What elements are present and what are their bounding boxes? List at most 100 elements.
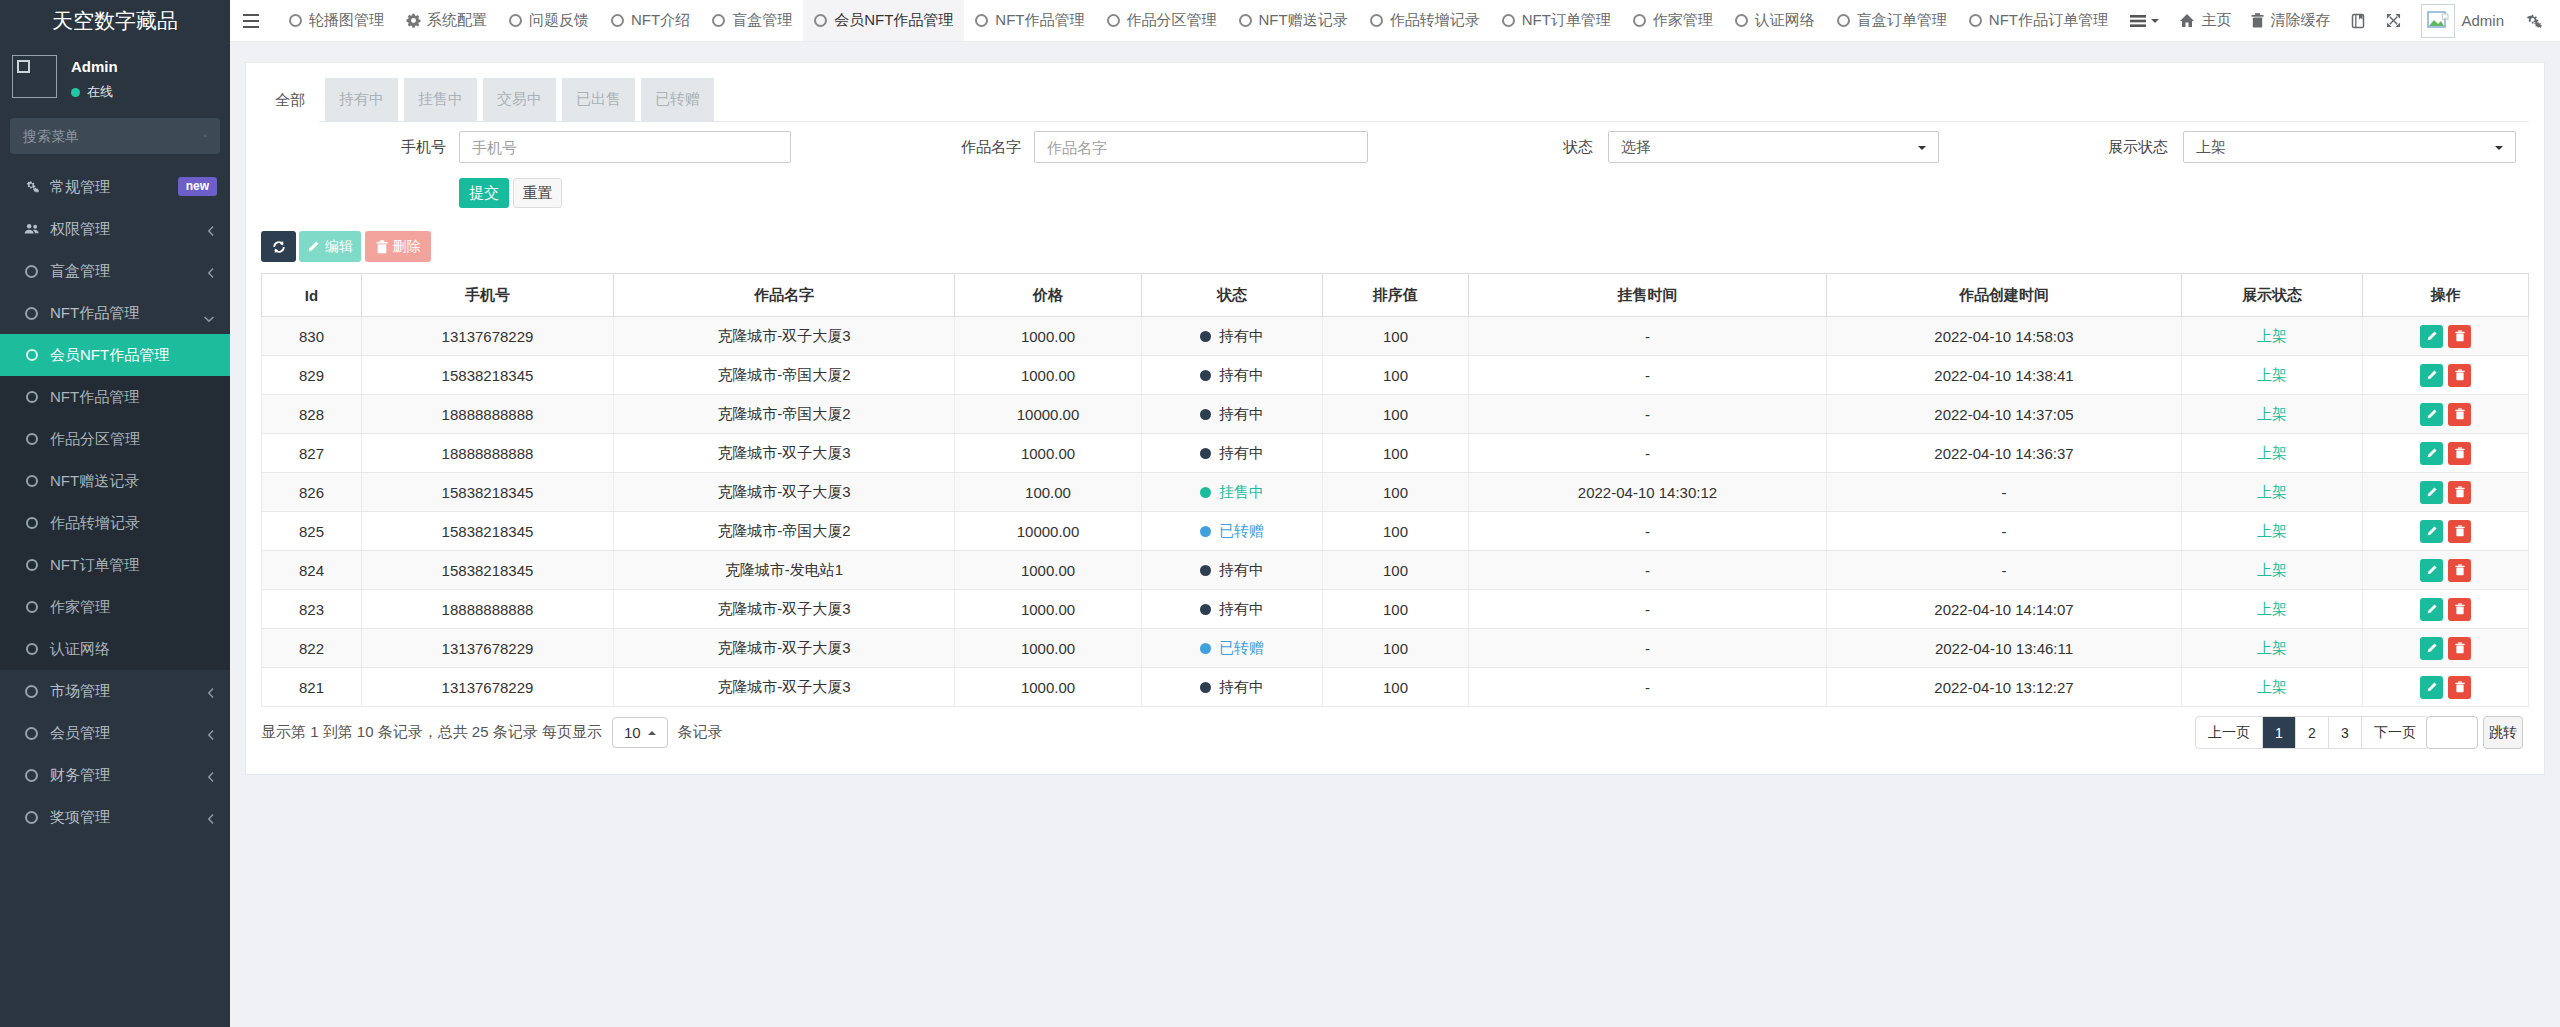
shelf-status-link[interactable]: 上架	[2257, 327, 2287, 344]
row-edit-button[interactable]	[2420, 598, 2443, 621]
settings-button[interactable]	[2514, 0, 2552, 42]
nav-item-问题反馈[interactable]: 问题反馈	[498, 0, 600, 41]
sidebar-item-作家管理[interactable]: 作家管理	[0, 586, 230, 628]
jump-page-input[interactable]	[2426, 716, 2478, 749]
reset-button[interactable]: 重置	[513, 178, 562, 208]
row-delete-button[interactable]	[2448, 403, 2471, 426]
sidebar-item-盲盒管理[interactable]: 盲盒管理	[0, 250, 230, 292]
sidebar-item-会员NFT作品管理[interactable]: 会员NFT作品管理	[0, 334, 230, 376]
home-button[interactable]: 主页	[2169, 0, 2241, 42]
edit-button[interactable]: 编辑	[299, 231, 361, 262]
nav-item-认证网络[interactable]: 认证网络	[1724, 0, 1826, 41]
fullscreen-button[interactable]	[2376, 0, 2411, 42]
chevron-left-icon	[207, 685, 215, 702]
row-delete-button[interactable]	[2448, 481, 2471, 504]
nav-item-NFT介绍[interactable]: NFT介绍	[600, 0, 701, 41]
nav-item-作家管理[interactable]: 作家管理	[1622, 0, 1724, 41]
page-button-3[interactable]: 3	[2328, 717, 2361, 748]
nav-item-NFT作品管理[interactable]: NFT作品管理	[964, 0, 1095, 41]
row-edit-button[interactable]	[2420, 403, 2443, 426]
shelf-status-link[interactable]: 上架	[2257, 483, 2287, 500]
jump-button[interactable]: 跳转	[2483, 716, 2523, 749]
shelf-status-link[interactable]: 上架	[2257, 600, 2287, 617]
page-button-2[interactable]: 2	[2295, 717, 2328, 748]
row-edit-button[interactable]	[2420, 637, 2443, 660]
page-size-select[interactable]: 10	[612, 717, 668, 748]
submit-button[interactable]: 提交	[459, 178, 509, 208]
table-row: 82113137678229克隆城市-双子大厦31000.00持有中100-20…	[262, 668, 2529, 707]
tab-持有中[interactable]: 持有中	[325, 78, 398, 121]
sidebar-item-市场管理[interactable]: 市场管理	[0, 670, 230, 712]
cell-create-time: 2022-04-10 14:37:05	[1827, 395, 2182, 434]
sidebar-item-NFT作品管理[interactable]: NFT作品管理	[0, 292, 230, 334]
row-edit-button[interactable]	[2420, 676, 2443, 699]
row-delete-button[interactable]	[2448, 598, 2471, 621]
row-edit-button[interactable]	[2420, 481, 2443, 504]
shelf-select[interactable]: 上架	[2183, 131, 2516, 163]
shelf-status-link[interactable]: 上架	[2257, 444, 2287, 461]
user-menu[interactable]: Admin	[2411, 0, 2514, 42]
row-delete-button[interactable]	[2448, 637, 2471, 660]
nav-item-盲盒订单管理[interactable]: 盲盒订单管理	[1826, 0, 1958, 41]
row-edit-button[interactable]	[2420, 364, 2443, 387]
delete-button[interactable]: 删除	[365, 231, 431, 262]
shelf-status-link[interactable]: 上架	[2257, 561, 2287, 578]
row-edit-button[interactable]	[2420, 520, 2443, 543]
hamburger-icon[interactable]	[232, 0, 270, 41]
sidebar-search[interactable]	[10, 118, 220, 154]
page-prev-button[interactable]: 上一页	[2196, 717, 2262, 748]
row-delete-button[interactable]	[2448, 442, 2471, 465]
status-select[interactable]: 选择	[1608, 131, 1939, 163]
sidebar-item-NFT赠送记录[interactable]: NFT赠送记录	[0, 460, 230, 502]
sidebar-item-会员管理[interactable]: 会员管理	[0, 712, 230, 754]
sidebar-item-常规管理[interactable]: 常规管理new	[0, 166, 230, 208]
nav-item-轮播图管理[interactable]: 轮播图管理	[278, 0, 395, 41]
shelf-status-link[interactable]: 上架	[2257, 366, 2287, 383]
row-delete-button[interactable]	[2448, 676, 2471, 699]
cell-price: 1000.00	[955, 434, 1142, 473]
row-edit-button[interactable]	[2420, 559, 2443, 582]
shelf-status-link[interactable]: 上架	[2257, 678, 2287, 695]
sidebar-item-作品转增记录[interactable]: 作品转增记录	[0, 502, 230, 544]
sidebar-item-认证网络[interactable]: 认证网络	[0, 628, 230, 670]
row-delete-button[interactable]	[2448, 559, 2471, 582]
tab-交易中[interactable]: 交易中	[483, 78, 556, 121]
row-edit-button[interactable]	[2420, 325, 2443, 348]
row-delete-button[interactable]	[2448, 364, 2471, 387]
nav-item-会员NFT作品管理[interactable]: 会员NFT作品管理	[803, 0, 964, 41]
tab-挂售中[interactable]: 挂售中	[404, 78, 477, 121]
nav-item-作品转增记录[interactable]: 作品转增记录	[1359, 0, 1491, 41]
tab-已转赠[interactable]: 已转赠	[641, 78, 714, 121]
tab-已出售[interactable]: 已出售	[562, 78, 635, 121]
row-delete-button[interactable]	[2448, 520, 2471, 543]
row-delete-button[interactable]	[2448, 325, 2471, 348]
nav-item-NFT作品订单管理[interactable]: NFT作品订单管理	[1958, 0, 2119, 41]
nav-item-系统配置[interactable]: 系统配置	[395, 0, 498, 41]
sidebar-item-奖项管理[interactable]: 奖项管理	[0, 796, 230, 838]
sidebar-item-NFT订单管理[interactable]: NFT订单管理	[0, 544, 230, 586]
sidebar-item-NFT作品管理[interactable]: NFT作品管理	[0, 376, 230, 418]
sidebar-item-作品分区管理[interactable]: 作品分区管理	[0, 418, 230, 460]
cell-shelf: 上架	[2182, 356, 2363, 395]
sidebar-search-input[interactable]	[23, 128, 204, 144]
page-next-button[interactable]: 下一页	[2361, 717, 2428, 748]
shelf-status-link[interactable]: 上架	[2257, 639, 2287, 656]
shelf-status-link[interactable]: 上架	[2257, 522, 2287, 539]
phone-input[interactable]	[459, 131, 791, 163]
name-input[interactable]	[1034, 131, 1368, 163]
docs-button[interactable]	[2340, 0, 2376, 42]
nav-item-NFT订单管理[interactable]: NFT订单管理	[1491, 0, 1622, 41]
tab-全部[interactable]: 全部	[261, 78, 319, 123]
nav-item-盲盒管理[interactable]: 盲盒管理	[701, 0, 803, 41]
shelf-status-link[interactable]: 上架	[2257, 405, 2287, 422]
row-edit-button[interactable]	[2420, 442, 2443, 465]
sidebar-item-label: 作品转增记录	[50, 514, 140, 533]
sidebar-item-财务管理[interactable]: 财务管理	[0, 754, 230, 796]
nav-item-作品分区管理[interactable]: 作品分区管理	[1096, 0, 1228, 41]
clear-cache-button[interactable]: 清除缓存	[2241, 0, 2340, 42]
list-menu-button[interactable]	[2120, 0, 2169, 42]
nav-item-NFT赠送记录[interactable]: NFT赠送记录	[1228, 0, 1359, 41]
page-button-1[interactable]: 1	[2262, 717, 2295, 748]
refresh-button[interactable]	[261, 231, 296, 262]
sidebar-item-权限管理[interactable]: 权限管理	[0, 208, 230, 250]
